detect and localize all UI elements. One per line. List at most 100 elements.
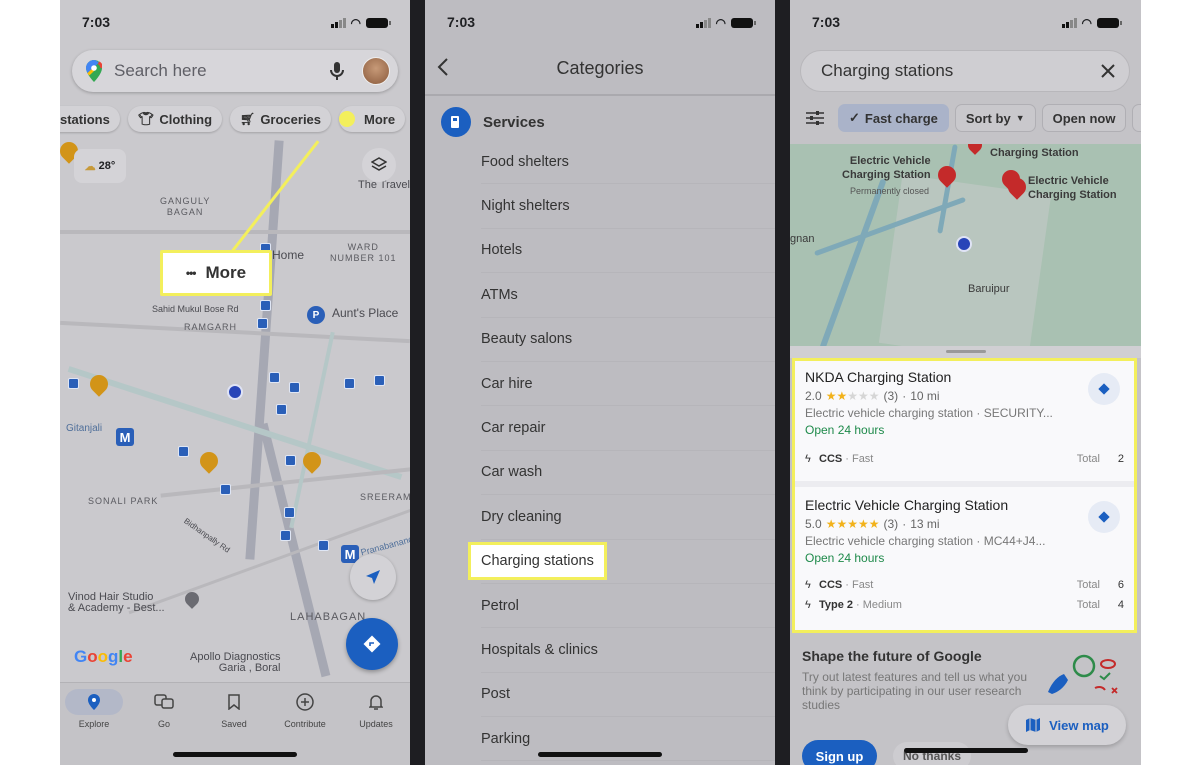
bus-stop-icon[interactable] [269, 372, 280, 383]
recenter-button[interactable] [350, 554, 396, 600]
filter-settings-icon[interactable] [806, 110, 824, 126]
google-logo: Google [74, 647, 133, 666]
result-item[interactable]: NKDA Charging Station 2.0 ★★★★★ (3) · 10 mi El… [795, 361, 1134, 477]
directions-button[interactable] [1088, 373, 1120, 405]
status-bar: 7:03 ◠ [60, 12, 410, 32]
connector-row: ϟ Type 2 · Medium Total 4 [805, 595, 1124, 615]
category-label: Hospitals & clinics [481, 641, 598, 658]
category-item[interactable]: Hospitals & clinics [481, 628, 775, 673]
sheet-handle-area[interactable] [790, 346, 1141, 358]
category-item[interactable]: Post [481, 673, 775, 718]
category-item[interactable]: Beauty salons [481, 318, 775, 362]
chip-charging-stations[interactable]: stations [60, 106, 120, 132]
nav-saved[interactable]: Saved [204, 689, 264, 729]
bus-stop-icon[interactable] [344, 378, 355, 389]
close-icon[interactable] [1101, 64, 1115, 78]
map-label-ev-station[interactable]: Electric Vehicle Charging Station [842, 154, 931, 182]
weather-badge[interactable]: ☁ 28° [74, 149, 126, 183]
results-map[interactable]: Electric Vehicle Charging Station Perman… [790, 144, 1141, 346]
chip-groceries[interactable]: 🛒︎ Groceries [230, 106, 332, 132]
search-input[interactable]: Charging stations [821, 61, 1101, 81]
search-input[interactable]: Search here [114, 61, 330, 81]
wifi-icon: ◠ [350, 16, 361, 30]
bus-stop-icon[interactable] [374, 375, 385, 386]
nav-updates[interactable]: Updates [346, 689, 406, 729]
bus-stop-icon[interactable] [284, 507, 295, 518]
bus-stop-icon[interactable] [220, 484, 231, 495]
nav-contribute[interactable]: Contribute [275, 689, 335, 729]
category-item[interactable]: Car repair [481, 406, 775, 451]
star-icon: ★ [868, 389, 880, 403]
wifi-icon: ◠ [1081, 16, 1092, 30]
map-label-gitanjali[interactable]: Gitanjali [66, 423, 102, 434]
more-dots-icon: ••• [185, 266, 197, 280]
drag-handle[interactable] [945, 350, 986, 353]
explore-screen: GANGULY BAGAN Home WARD NUMBER 101 Sahid… [60, 0, 410, 765]
bus-stop-icon[interactable] [260, 300, 271, 311]
filter-fast-charge[interactable]: ✓ Fast charge [838, 104, 949, 132]
star-icon: ★ [847, 517, 858, 531]
category-item[interactable]: Hotels [481, 229, 775, 274]
category-label: Car hire [481, 375, 533, 392]
nav-go[interactable]: Go [134, 689, 194, 729]
filter-more[interactable] [1132, 104, 1141, 132]
commute-icon [134, 689, 194, 715]
bus-stop-icon[interactable] [318, 540, 329, 551]
map-label-aunts-place[interactable]: Aunt's Place [332, 307, 398, 319]
bus-stop-icon[interactable] [285, 455, 296, 466]
battery-icon [1097, 18, 1122, 28]
bus-stop-icon[interactable] [280, 530, 291, 541]
station-description: Electric vehicle charging station · MC44… [805, 534, 1046, 548]
chip-clothing[interactable]: 👕︎ Clothing [127, 106, 223, 132]
map-label-sreerampur: SREERAM [360, 492, 410, 502]
category-item[interactable]: Night shelters [481, 184, 775, 229]
result-item[interactable]: Electric Vehicle Charging Station 5.0 ★★★★… [795, 489, 1134, 623]
services-icon [441, 107, 471, 137]
map-label-baruipur: Baruipur [968, 283, 1010, 295]
connector-type: Type 2 [819, 599, 854, 611]
search-bar[interactable]: Search here [72, 50, 398, 92]
search-bar[interactable]: Charging stations [800, 50, 1130, 92]
directions-button[interactable] [346, 618, 398, 670]
category-item[interactable]: Food shelters [481, 140, 775, 185]
bus-stop-icon[interactable] [257, 318, 268, 329]
map-view[interactable]: GANGULY BAGAN Home WARD NUMBER 101 Sahid… [60, 0, 410, 765]
map-label-the-travel[interactable]: The Travel [358, 180, 410, 191]
filter-sort-by[interactable]: Sort by ▼ [954, 104, 1036, 132]
category-item[interactable]: Charging stations [468, 540, 775, 584]
map-label-ev-station-2[interactable]: Electric Vehicle Charging Station [1028, 174, 1117, 202]
view-map-button[interactable]: View map [1008, 705, 1126, 745]
bus-stop-icon[interactable] [178, 446, 189, 457]
category-item[interactable]: Dry cleaning [481, 495, 775, 540]
layers-button[interactable] [362, 148, 396, 182]
bus-stop-icon[interactable] [276, 404, 287, 415]
map-label-charging-station[interactable]: Charging Station [990, 146, 1079, 160]
connector-total-label: Total [1076, 453, 1100, 465]
connector-row: ϟ CCS · Fast Total 6 [805, 575, 1124, 595]
metro-station-icon[interactable]: M [116, 428, 134, 446]
station-name[interactable]: NKDA Charging Station [805, 369, 1124, 385]
bus-stop-icon[interactable] [289, 382, 300, 393]
avatar[interactable] [362, 57, 390, 85]
map-label-vinod[interactable]: Vinod Hair Studio & Academy - Best... [68, 592, 165, 614]
station-name[interactable]: Electric Vehicle Charging Station [805, 497, 1124, 513]
category-item[interactable]: Car wash [481, 451, 775, 496]
filter-open-now[interactable]: Open now [1041, 104, 1127, 132]
category-item[interactable]: Petrol [481, 584, 775, 629]
parking-icon[interactable]: P [307, 306, 325, 324]
lightning-bolt-icon: ϟ [805, 453, 811, 465]
no-thanks-button[interactable]: No thanks [893, 742, 971, 765]
bus-stop-icon[interactable] [68, 378, 79, 389]
category-item[interactable]: Car hire [481, 362, 775, 407]
microphone-icon[interactable] [330, 61, 344, 81]
category-label: Charging stations [468, 542, 607, 581]
sign-up-button[interactable]: Sign up [802, 740, 877, 765]
lightning-bolt-icon: ϟ [805, 599, 811, 611]
category-item[interactable]: ATMs [481, 273, 775, 318]
map-label-apollo[interactable]: Apollo Diagnostics Garia , Boral [190, 652, 281, 674]
annotation-dot [339, 111, 355, 127]
directions-button[interactable] [1088, 501, 1120, 533]
restaurant-pin-icon[interactable] [196, 448, 222, 474]
charging-pin-icon[interactable] [965, 144, 985, 155]
nav-explore[interactable]: Explore [64, 689, 124, 729]
